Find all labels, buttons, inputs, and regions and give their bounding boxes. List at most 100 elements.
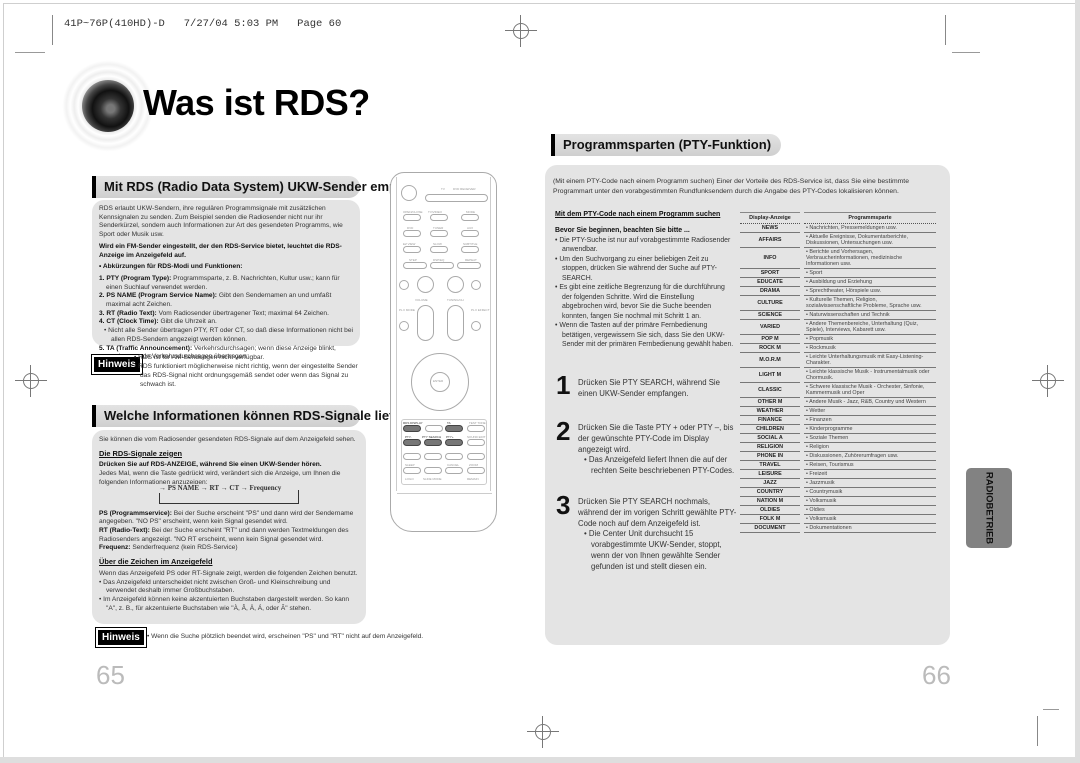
rds-intro-text: RDS erlaubt UKW-Sendern, ihre regulären … [99,205,343,239]
crop-mark [1037,716,1038,746]
abbr-list: 1. PTY (Program Type): Programmsparte, z… [99,275,353,362]
section-heading-signals: Welche Informationen können RDS-Signale … [92,405,422,427]
pty-code: VARIED [740,319,800,335]
remote-button [430,246,448,253]
step-number: 1 [556,370,571,400]
hint-bullet: • RDS ist für AM-Sendungen nicht verfügb… [134,354,265,361]
table-row: COUNTRY • Countrymusik [740,487,936,497]
remote-button [403,230,421,237]
remote-label: PL II MODE [399,308,415,312]
volume-rocker [417,305,434,341]
pty-description: • Volksmusik [804,496,936,506]
abbr-heading: • Abkürzungen für RDS-Modi und Funktione… [99,263,243,271]
table-row: TRAVEL • Reisen, Tourismus [740,460,936,470]
remote-label: TV [441,187,445,191]
remote-button [467,467,485,474]
pty-code-table: Display-Anzeige Programmsparte NEWS • Nac… [740,212,936,533]
crop-mark [15,52,45,53]
subheading-signals-show: Die RDS-Signale zeigen [99,448,182,458]
section-heading-pty: Programmsparten (PTY-Funktion) [551,134,781,156]
remote-label: REMAIN [467,477,479,481]
pty-code: TRAVEL [740,460,800,470]
abbr-item: 4. CT (Clock Time): Gibt die Uhrzeit an. [99,318,217,326]
column-header: Programmsparte [804,212,936,224]
table-row: DOCUMENT • Dokumentationen [740,523,936,533]
table-row: FINANCE • Finanzen [740,415,936,425]
table-row: LIGHT M • Leichte klassische Musik - Inst… [740,367,936,383]
pty-description: • Andere Themenbereiche, Unterhaltung (Q… [804,319,936,335]
pty-code: AFFAIRS [740,232,800,248]
pty-search-heading: Mit dem PTY-Code nach einem Programm suc… [555,211,721,218]
pty-code: COUNTRY [740,487,800,497]
remote-label: VOLUME [415,298,428,302]
skip-back-icon [399,280,409,290]
remote-label: SLIDE MODE [423,477,442,481]
remote-button [403,246,421,253]
list-item: • Um den Suchvorgang zu einer beliebigen… [555,255,717,282]
remote-button [461,246,479,253]
remote-button [424,453,442,460]
table-row: INFO • Berichte und Vorhersagen, Verbrauc… [740,247,936,269]
pty-description: • Sprechtheater, Hörspiele usw. [804,286,936,296]
pty-code: ROCK M [740,343,800,353]
pty-description: • Leichte klassische Musik - Instrumenta… [804,367,936,383]
pty-code: FOLK M [740,514,800,524]
pty-code: NATION M [740,496,800,506]
hint-badge: Hinweis [95,627,147,648]
display-sequence-diagram: → PS NAME → RT → CT → Frequency [157,483,299,504]
list-item: • Wenn die Tasten auf der primäre Fernbe… [555,322,734,349]
pty-code: DRAMA [740,286,800,296]
remote-button [457,262,481,269]
pty-description: • Popmusik [804,334,936,344]
pty-description: • Diskussionen, Zuhörerumfragen usw. [804,451,936,461]
pty-description: • Nachrichten, Pressemeldungen usw. [804,223,936,233]
pty-code: M.O.R.M [740,352,800,368]
signals-intro: Sie können die vom Radiosender gesendete… [99,436,356,443]
pty-code: SPORT [740,268,800,278]
pty-code: SCIENCE [740,310,800,320]
hint-bullet: • RDS funktioniert möglicherweise nicht … [134,362,358,388]
step-number: 3 [556,490,571,520]
list-item: • Es gibt eine zeitliche Begrenzung für … [555,284,725,320]
pty-code: NEWS [740,223,800,233]
table-row: NEWS • Nachrichten, Pressemeldungen usw. [740,223,936,233]
list-item: • Die PTY-Suche ist nur auf vorabgestimm… [555,236,731,254]
display-sequence: → PS NAME → RT → CT → Frequency [157,483,284,493]
table-row: OTHER M • Andere Musik - Jazz, R&B, Count… [740,397,936,407]
section-heading-rds: Mit RDS (Radio Data System) UKW-Sender e… [92,176,440,198]
pty-code: SOCIAL A [740,433,800,443]
remote-label: LOGO [405,477,414,481]
pty-description: • Wetter [804,406,936,416]
signals-instruction: Drücken Sie auf RDS-ANZEIGE, während Sie… [99,461,322,469]
section-tab-radiobetrieb: RADIOBETRIEB [966,468,1012,548]
pty-description: • Reisen, Tourismus [804,460,936,470]
step-text: Drücken Sie die Taste PTY + oder PTY –, … [578,423,735,475]
table-row: CULTURE • Kulturelle Themen, Religion, so… [740,295,936,311]
pty-description: • Dokumentationen [804,523,936,533]
ta-button [445,425,463,432]
page-title: Was ist RDS? [143,82,370,123]
hint-text: • RDS ist für AM-Sendungen nicht verfügb… [134,354,364,390]
before-you-begin: Bevor Sie beginnen, beachten Sie bitte .… [555,226,735,350]
hint-text: • Wenn die Suche plötzlich beendet wird,… [147,633,424,640]
crop-mark [952,52,980,53]
pty-minus-button [403,439,421,446]
definition: RT (Radio-Text): Bei der Suche erscheint… [99,526,349,543]
rds-signals-panel: Sie können die vom Radiosender gesendete… [92,430,366,624]
pty-code: CHILDREN [740,424,800,434]
remote-label: ENTER [433,379,444,383]
list-item: • Das Anzeigefeld unterscheidet nicht zw… [99,578,331,595]
pty-description: • Andere Musik - Jazz, R&B, Country und … [804,397,936,407]
pty-description: • Leichte Unterhaltungsmusik mit Easy-Li… [804,352,936,368]
pty-code: JAZZ [740,478,800,488]
pty-code: CLASSIC [740,382,800,398]
crop-mark [945,15,946,45]
table-row: SCIENCE • Naturwissenschaften und Technik [740,310,936,320]
remote-button [467,425,485,432]
display-chars-intro: Wenn das Anzeigefeld PS oder RT-Signale … [99,569,358,577]
table-row: RELIGION • Religion [740,442,936,452]
table-row: SPORT • Sport [740,268,936,278]
remote-button [445,453,463,460]
pty-search-button [424,439,442,446]
remote-button [467,453,485,460]
